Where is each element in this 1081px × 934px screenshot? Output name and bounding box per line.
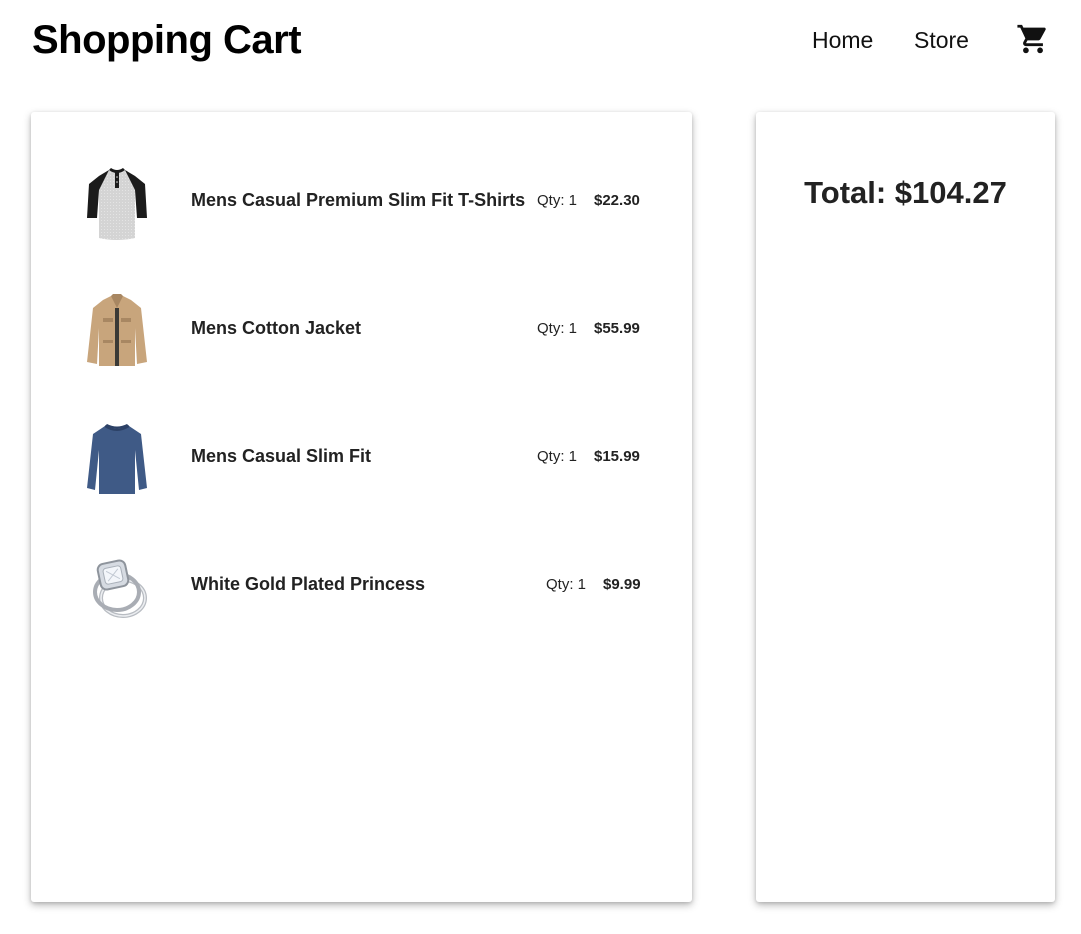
cart-total: Total: $104.27 [804,175,1007,210]
nav-store-link[interactable]: Store [914,26,969,54]
header: Shopping Cart Home Store [0,0,1081,82]
ring-image [77,544,157,624]
item-price: $22.30 [594,192,640,209]
cart-item: Mens Casual Premium Slim Fit T-Shirts Qt… [31,150,692,250]
item-qty: Qty: 1 [537,192,578,209]
item-qty: Qty: 1 [537,448,578,465]
item-name[interactable]: Mens Cotton Jacket [191,317,361,339]
page: Shopping Cart Home Store Mens Casual Pre… [0,0,1081,934]
item-price: $15.99 [594,448,640,465]
item-name[interactable]: Mens Casual Premium Slim Fit T-Shirts [191,189,525,211]
summary-card: Total: $104.27 [756,112,1055,902]
item-qty: Qty: 1 [537,320,578,337]
item-name[interactable]: White Gold Plated Princess [191,573,425,595]
cart-item: White Gold Plated Princess Qty: 1 $9.99 [31,534,692,634]
cart-items-card: Mens Casual Premium Slim Fit T-Shirts Qt… [31,112,692,902]
cart-item: Mens Cotton Jacket Qty: 1 $55.99 [31,278,692,378]
shopping-cart-icon[interactable] [1016,22,1050,56]
cart-item: Mens Casual Slim Fit Qty: 1 $15.99 [31,406,692,506]
nav-home-link[interactable]: Home [812,26,873,54]
page-title: Shopping Cart [32,18,302,62]
item-name[interactable]: Mens Casual Slim Fit [191,445,371,467]
cotton-jacket-image [77,288,157,368]
item-qty: Qty: 1 [546,576,587,593]
item-price: $9.99 [603,576,641,593]
raglan-tshirt-image [77,160,157,240]
item-price: $55.99 [594,320,640,337]
slim-fit-shirt-image [77,416,157,496]
